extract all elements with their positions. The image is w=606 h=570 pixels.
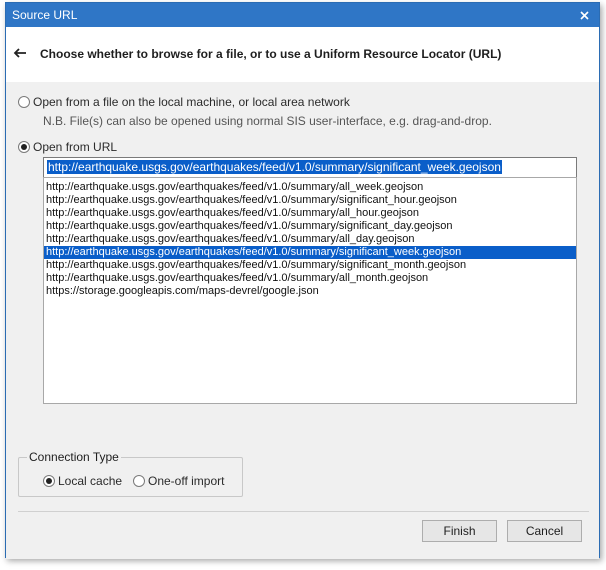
url-list-item[interactable]: http://earthquake.usgs.gov/earthquakes/f… (44, 259, 576, 272)
back-arrow-icon[interactable] (12, 45, 28, 61)
url-list-item[interactable]: http://earthquake.usgs.gov/earthquakes/f… (44, 246, 576, 259)
radio-button[interactable] (133, 475, 145, 487)
connection-type-group: Connection Type Local cache One-off impo… (18, 450, 243, 497)
cancel-button[interactable]: Cancel (507, 520, 582, 542)
footer-divider (18, 511, 589, 512)
url-list-item[interactable]: http://earthquake.usgs.gov/earthquakes/f… (44, 207, 576, 220)
url-input[interactable]: http://earthquake.usgs.gov/earthquakes/f… (43, 157, 577, 178)
radio-button-checked[interactable] (43, 475, 55, 487)
drag-drop-note: N.B. File(s) can also be opened using no… (43, 114, 492, 128)
wizard-header: Choose whether to browse for a file, or … (6, 27, 599, 82)
source-url-dialog: Source URL Choose whether to browse for … (5, 2, 600, 559)
url-option-label: Open from URL (33, 140, 118, 154)
url-input-text: http://earthquake.usgs.gov/earthquakes/f… (47, 160, 502, 174)
url-list-item[interactable]: https://storage.googleapis.com/maps-devr… (44, 285, 576, 298)
local-cache-label: Local cache (58, 474, 123, 488)
radio-button[interactable] (18, 96, 30, 108)
close-icon (579, 10, 589, 20)
url-list-item[interactable]: http://earthquake.usgs.gov/earthquakes/f… (44, 181, 576, 194)
url-list-item[interactable]: http://earthquake.usgs.gov/earthquakes/f… (44, 194, 576, 207)
radio-button-checked[interactable] (18, 141, 30, 153)
url-list-item[interactable]: http://earthquake.usgs.gov/earthquakes/f… (44, 220, 576, 233)
title-bar: Source URL (6, 3, 599, 27)
radio-open-from-file[interactable]: Open from a file on the local machine, o… (18, 95, 350, 109)
close-button[interactable] (569, 3, 599, 27)
file-option-label: Open from a file on the local machine, o… (33, 95, 350, 109)
url-history-list[interactable]: http://earthquake.usgs.gov/earthquakes/f… (43, 177, 577, 404)
window-title: Source URL (12, 8, 78, 22)
radio-open-from-url[interactable]: Open from URL (18, 140, 117, 154)
dialog-body: Open from a file on the local machine, o… (6, 82, 599, 559)
radio-local-cache[interactable]: Local cache (43, 474, 122, 488)
connection-type-title: Connection Type (27, 450, 121, 464)
one-off-import-label: One-off import (148, 474, 225, 488)
url-list-item[interactable]: http://earthquake.usgs.gov/earthquakes/f… (44, 272, 576, 285)
url-list-item[interactable]: http://earthquake.usgs.gov/earthquakes/f… (44, 233, 576, 246)
page-heading: Choose whether to browse for a file, or … (40, 47, 502, 61)
finish-button[interactable]: Finish (422, 520, 497, 542)
radio-one-off-import[interactable]: One-off import (133, 474, 224, 488)
